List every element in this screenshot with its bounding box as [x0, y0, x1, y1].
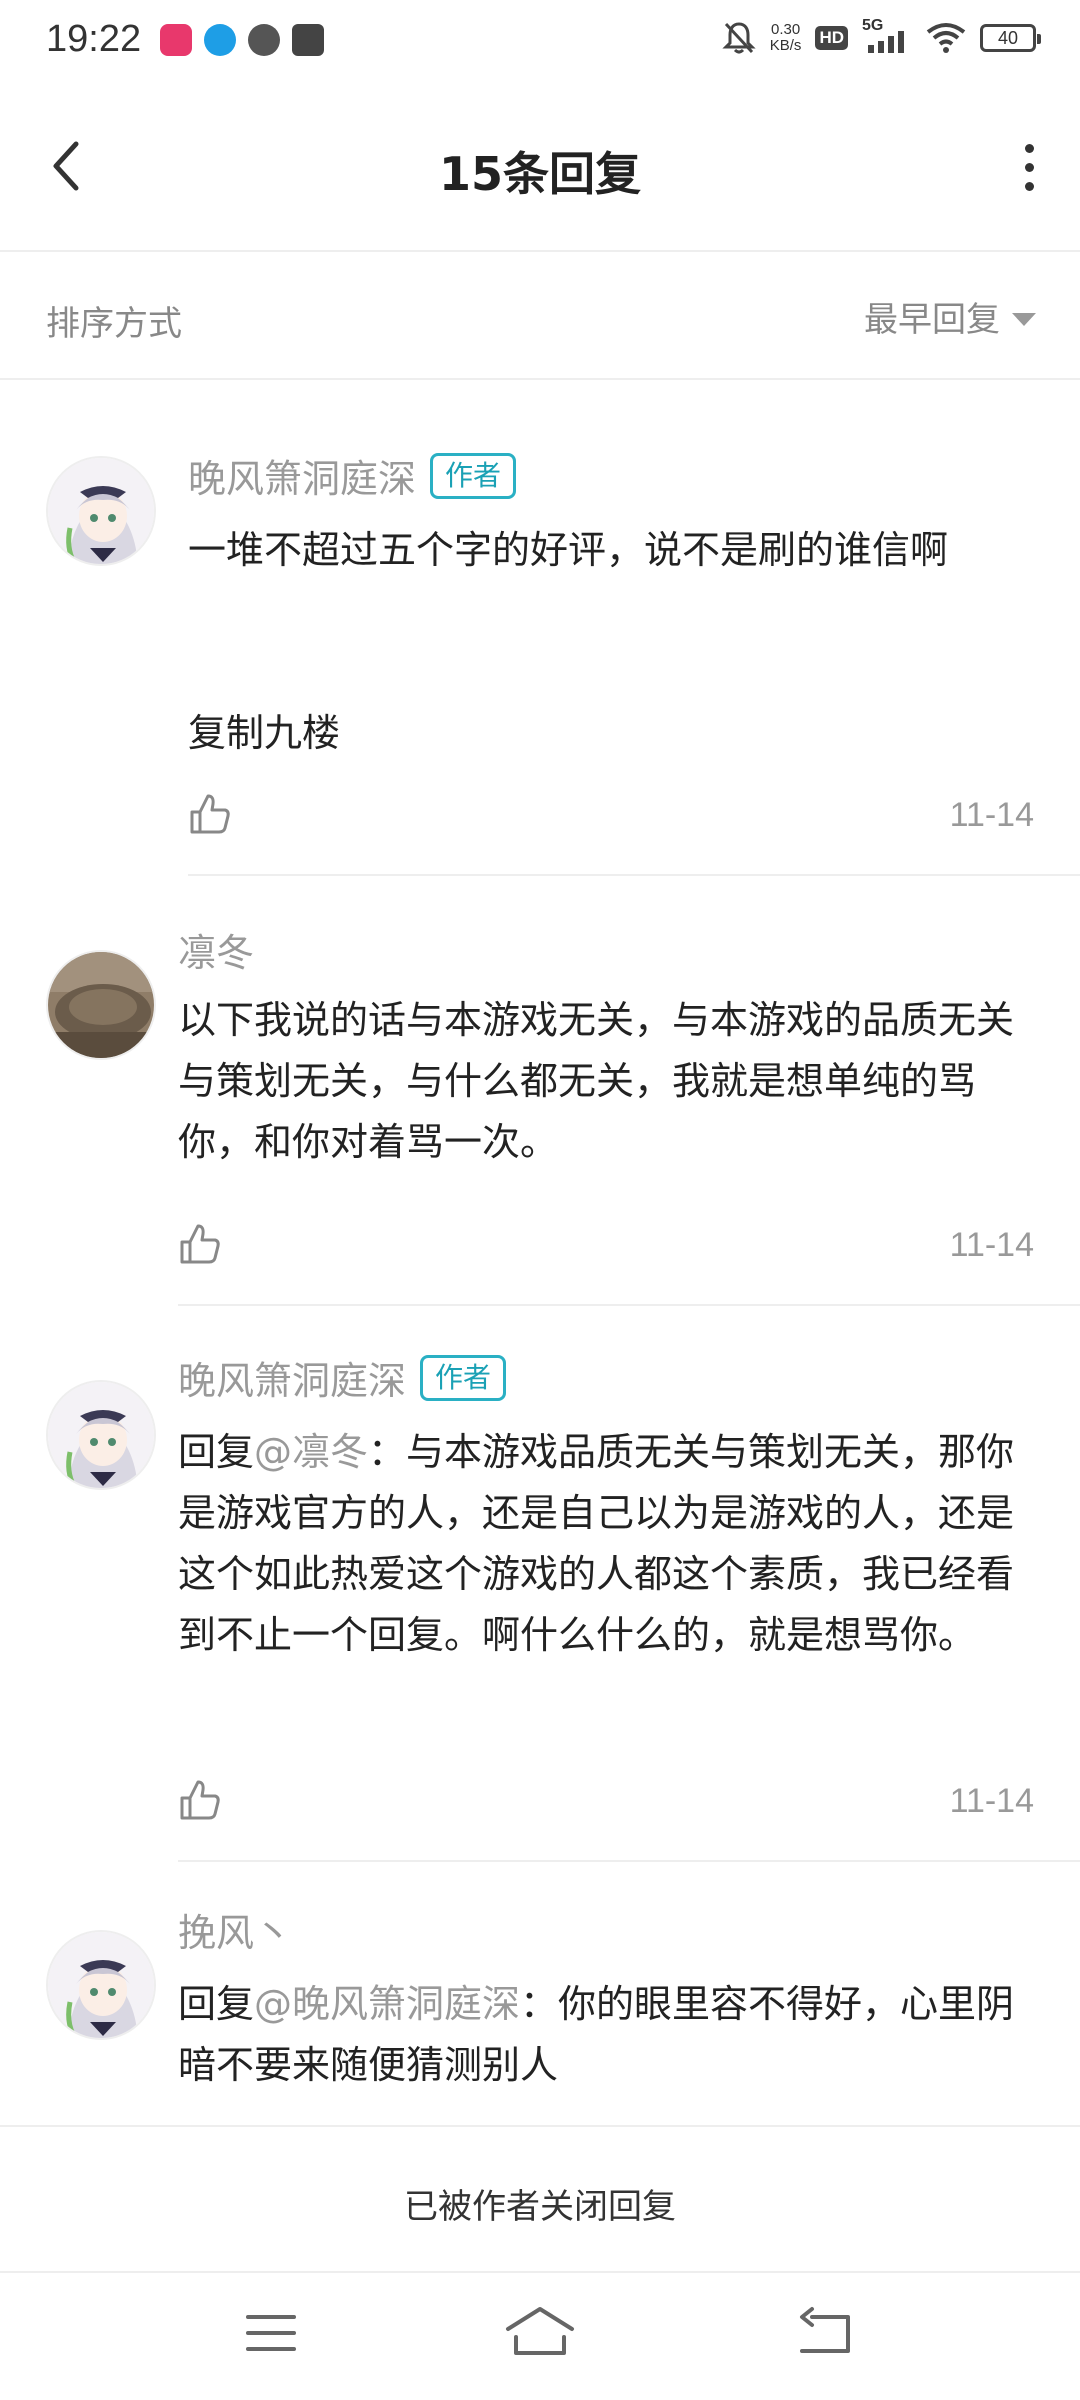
- more-vertical-icon: [1024, 143, 1034, 153]
- wifi-icon: [926, 23, 966, 53]
- sort-dropdown[interactable]: 最早回复: [864, 292, 1036, 341]
- message-app-icon: [292, 24, 324, 56]
- reply-item: 晚风箫洞庭深 作者 一堆不超过五个字的好评，说不是刷的谁信啊 复制九楼 11-1…: [0, 380, 1080, 880]
- home-icon[interactable]: [502, 2303, 578, 2363]
- clock-app-icon: [248, 24, 280, 56]
- replies-closed-text: 已被作者关闭回复: [404, 2187, 676, 2227]
- reply-text-spacer: [188, 581, 1048, 703]
- reply-text-line: 一堆不超过五个字的好评，说不是刷的谁信啊: [188, 528, 949, 572]
- reply-text[interactable]: 回复@晚风箫洞庭深：你的眼里容不得好，心里阴暗不要来随便猜测别人: [178, 1974, 1028, 2096]
- username: 凛冬: [178, 931, 255, 975]
- reply-text[interactable]: 回复@凛冬：与本游戏品质无关与策划无关，那你是游戏官方的人，还是自己以为是游戏的…: [178, 1422, 1040, 1666]
- notification-app-icon: [160, 24, 192, 56]
- anime-avatar-icon: [48, 1932, 154, 2038]
- more-options-button[interactable]: [1004, 134, 1054, 200]
- username: 晚风箫洞庭深: [178, 1359, 407, 1403]
- avatar[interactable]: [46, 1380, 156, 1490]
- thumbs-up-icon[interactable]: [178, 1222, 222, 1266]
- reply-list[interactable]: 晚风箫洞庭深 作者 一堆不超过五个字的好评，说不是刷的谁信啊 复制九楼 11-1…: [0, 380, 1080, 2125]
- page-title: 15条回复: [438, 147, 641, 201]
- mention-link[interactable]: @凛冬: [254, 1430, 368, 1474]
- thumbs-up-icon[interactable]: [188, 792, 232, 836]
- net-speed-unit: KB/s: [769, 37, 802, 54]
- reply-author[interactable]: 凛冬: [178, 922, 254, 977]
- reply-text[interactable]: 一堆不超过五个字的好评，说不是刷的谁信啊 复制九楼: [188, 520, 1048, 764]
- reply-item: 晚风箫洞庭深 作者 回复@凛冬：与本游戏品质无关与策划无关，那你是游戏官方的人，…: [0, 1308, 1080, 1862]
- reply-text[interactable]: 以下我说的话与本游戏无关，与本游戏的品质无关与策划无关，与什么都无关，我就是想单…: [178, 990, 1036, 1173]
- signal-block: 5G: [862, 17, 912, 55]
- avatar[interactable]: [46, 456, 156, 566]
- reply-date: 11-14: [949, 796, 1034, 834]
- reply-author[interactable]: 晚风箫洞庭深 作者: [178, 1350, 507, 1405]
- anime-avatar-icon: [48, 1382, 154, 1488]
- photo-avatar-icon: [48, 952, 154, 1058]
- mute-bell-icon: [722, 22, 756, 54]
- username: 挽风丶: [178, 1911, 293, 1955]
- sort-bar: 排序方式 最早回复: [0, 252, 1080, 380]
- reply-prefix: 回复: [178, 1430, 255, 1474]
- replies-closed-bar: 已被作者关闭回复: [0, 2125, 1080, 2273]
- caret-down-icon: [1012, 313, 1036, 326]
- system-nav-bar: [0, 2273, 1080, 2400]
- reply-author[interactable]: 挽风丶: [178, 1902, 292, 1957]
- reply-date: 11-14: [949, 1782, 1034, 1820]
- reply-prefix: 回复: [178, 1982, 255, 2026]
- hd-badge: HD: [815, 26, 848, 50]
- author-badge: 作者: [420, 1354, 507, 1401]
- reply-date: 11-14: [949, 1226, 1034, 1264]
- sort-selected-value: 最早回复: [864, 300, 1000, 340]
- net-speed: 0.30 KB/s: [770, 22, 802, 54]
- menu-icon[interactable]: [238, 2303, 304, 2363]
- thumbs-up-icon[interactable]: [178, 1778, 222, 1822]
- username: 晚风箫洞庭深: [188, 457, 417, 501]
- more-vertical-icon-dot: [1024, 181, 1034, 191]
- status-right: 0.30 KB/s HD 5G 40: [722, 17, 1041, 56]
- author-badge: 作者: [430, 452, 517, 499]
- reply-item: 凛冬 以下我说的话与本游戏无关，与本游戏的品质无关与策划无关，与什么都无关，我就…: [0, 876, 1080, 1308]
- signal-icon: [868, 31, 904, 53]
- status-time: 19:22: [46, 18, 142, 60]
- battery-icon: 40: [980, 24, 1041, 52]
- reply-text-line: 复制九楼: [188, 711, 341, 755]
- compass-app-icon: [204, 24, 236, 56]
- top-app-bar: 15条回复: [0, 84, 1080, 252]
- reply-author[interactable]: 晚风箫洞庭深 作者: [188, 448, 517, 503]
- divider: [178, 1304, 1080, 1306]
- status-bar: 19:22 0.30 KB/s HD 5G 40: [0, 0, 1080, 84]
- reply-item: 挽风丶 回复@晚风箫洞庭深：你的眼里容不得好，心里阴暗不要来随便猜测别人: [0, 1862, 1080, 2125]
- net-speed-value: 0.30: [770, 21, 801, 38]
- sort-label: 排序方式: [46, 304, 182, 344]
- avatar[interactable]: [46, 950, 156, 1060]
- anime-avatar-icon: [48, 458, 154, 564]
- more-vertical-icon-dot: [1024, 162, 1034, 172]
- avatar[interactable]: [46, 1930, 156, 2040]
- mention-link[interactable]: @晚风箫洞庭深: [254, 1982, 520, 2026]
- back-icon[interactable]: [792, 2303, 858, 2363]
- status-app-icons: [160, 24, 324, 56]
